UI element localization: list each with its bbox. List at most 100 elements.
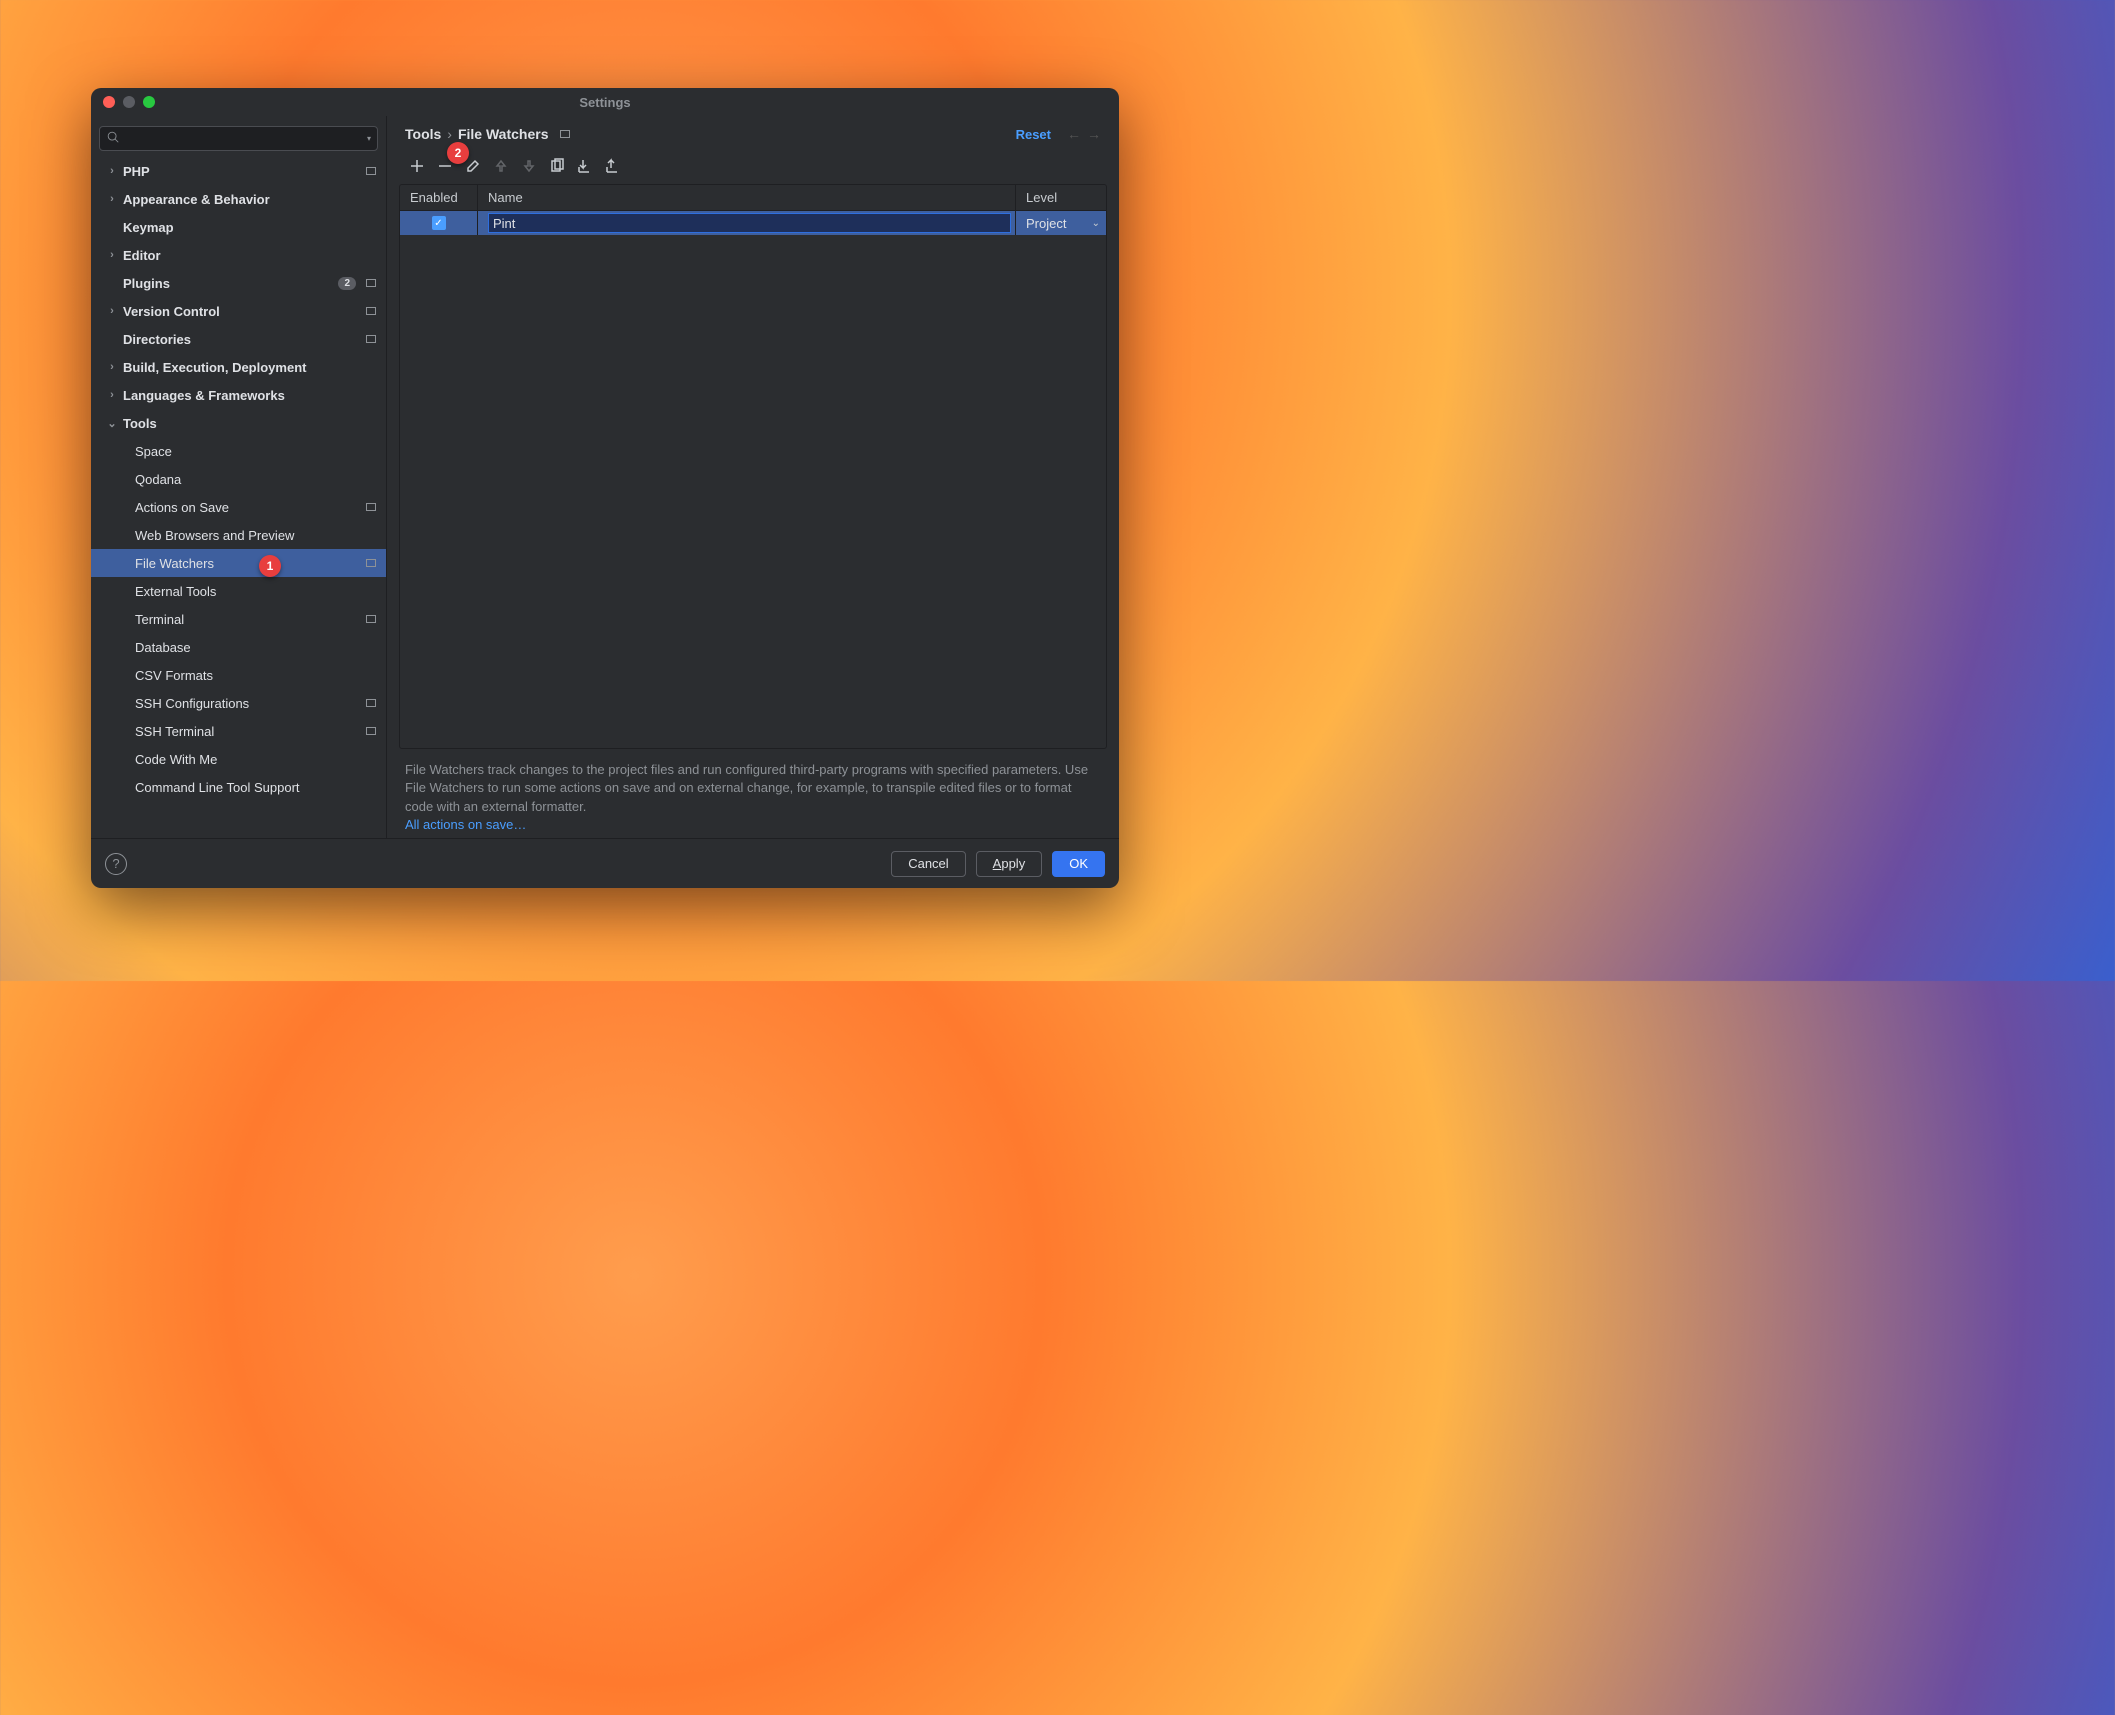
settings-window: Settings ▾ ›PHP›Appearance & BehaviorKey… xyxy=(91,88,1119,888)
sidebar-item-label: External Tools xyxy=(135,584,376,599)
hint-text: File Watchers track changes to the proje… xyxy=(405,762,1088,813)
sidebar-item-actions-on-save[interactable]: Actions on Save xyxy=(91,493,386,521)
sidebar-item-php[interactable]: ›PHP xyxy=(91,157,386,185)
sidebar-item-editor[interactable]: › Editor xyxy=(91,241,386,269)
sidebar-item-database[interactable]: Database xyxy=(91,633,386,661)
sidebar-item-appearance-behavior[interactable]: › Appearance & Behavior xyxy=(91,185,386,213)
settings-main: Tools › File Watchers Reset ← → xyxy=(387,116,1119,838)
col-header-level[interactable]: Level xyxy=(1016,185,1106,210)
sidebar-item-label: Tools xyxy=(123,416,376,431)
sidebar-item-csv-formats[interactable]: CSV Formats xyxy=(91,661,386,689)
sidebar-item-qodana[interactable]: Qodana xyxy=(91,465,386,493)
sidebar-item-label: Languages & Frameworks xyxy=(123,388,376,403)
enabled-checkbox[interactable]: ✓ xyxy=(432,216,446,230)
cell-name[interactable] xyxy=(478,211,1016,235)
project-scope-icon xyxy=(366,503,376,511)
project-scope-icon xyxy=(366,559,376,567)
forward-icon[interactable]: → xyxy=(1087,126,1101,142)
sidebar-item-label: Actions on Save xyxy=(135,500,362,515)
apply-button[interactable]: Apply xyxy=(976,851,1043,877)
sidebar-item-label: Build, Execution, Deployment xyxy=(123,360,376,375)
sidebar-item-tools[interactable]: ⌄ Tools xyxy=(91,409,386,437)
sidebar-item-directories[interactable]: Directories xyxy=(91,325,386,353)
dropdown-icon[interactable]: ▾ xyxy=(367,134,371,143)
breadcrumb: Tools › File Watchers xyxy=(405,126,570,142)
chevron-right-icon: › xyxy=(105,361,119,373)
sidebar-item-label: Code With Me xyxy=(135,752,376,767)
sidebar-item-code-with-me[interactable]: Code With Me xyxy=(91,745,386,773)
annotation-1: 1 xyxy=(259,555,281,577)
chevron-down-icon: ⌄ xyxy=(1092,218,1100,229)
project-scope-icon xyxy=(366,335,376,343)
back-icon[interactable]: ← xyxy=(1067,126,1081,142)
sidebar-item-terminal[interactable]: Terminal xyxy=(91,605,386,633)
copy-button[interactable] xyxy=(545,154,569,178)
col-header-enabled[interactable]: Enabled xyxy=(400,185,478,210)
chevron-right-icon: › xyxy=(105,193,119,205)
level-value: Project xyxy=(1026,216,1066,231)
sidebar-item-keymap[interactable]: Keymap xyxy=(91,213,386,241)
dialog-footer: ? Cancel Apply OK xyxy=(91,838,1119,888)
watchers-table: Enabled Name Level ✓ Project ⌄ xyxy=(399,184,1107,749)
sidebar-item-build-execution-deployment[interactable]: › Build, Execution, Deployment xyxy=(91,353,386,381)
sidebar-item-label: Space xyxy=(135,444,376,459)
sidebar-item-version-control[interactable]: › Version Control xyxy=(91,297,386,325)
sidebar-item-languages-frameworks[interactable]: › Languages & Frameworks xyxy=(91,381,386,409)
table-row[interactable]: ✓ Project ⌄ xyxy=(400,211,1106,235)
move-up-button[interactable] xyxy=(489,154,513,178)
ok-button[interactable]: OK xyxy=(1052,851,1105,877)
sidebar-item-label: Version Control xyxy=(123,304,362,319)
search-input[interactable] xyxy=(124,132,363,146)
history-nav: ← → xyxy=(1067,126,1101,142)
chevron-down-icon: ⌄ xyxy=(105,417,119,430)
sidebar-item-command-line-tool-support[interactable]: Command Line Tool Support xyxy=(91,773,386,801)
titlebar: Settings xyxy=(91,88,1119,116)
reset-button[interactable]: Reset xyxy=(1016,127,1051,142)
sidebar-item-file-watchers[interactable]: File Watchers1 xyxy=(91,549,386,577)
content-split: ▾ ›PHP›Appearance & BehaviorKeymap›Edito… xyxy=(91,116,1119,838)
watcher-toolbar: 2 xyxy=(387,150,1119,184)
settings-sidebar: ▾ ›PHP›Appearance & BehaviorKeymap›Edito… xyxy=(91,116,387,838)
sidebar-item-label: File Watchers xyxy=(135,556,362,571)
sidebar-item-space[interactable]: Space xyxy=(91,437,386,465)
sidebar-item-plugins[interactable]: Plugins2 xyxy=(91,269,386,297)
table-body: ✓ Project ⌄ xyxy=(400,211,1106,748)
sidebar-item-label: Database xyxy=(135,640,376,655)
chevron-right-icon: › xyxy=(105,165,119,177)
col-header-name[interactable]: Name xyxy=(478,185,1016,210)
move-down-button[interactable] xyxy=(517,154,541,178)
import-button[interactable] xyxy=(573,154,597,178)
cancel-button[interactable]: Cancel xyxy=(891,851,965,877)
update-count-badge: 2 xyxy=(338,277,356,290)
sidebar-item-label: CSV Formats xyxy=(135,668,376,683)
help-button[interactable]: ? xyxy=(105,853,127,875)
chevron-right-icon: › xyxy=(105,305,119,317)
name-input[interactable] xyxy=(488,213,1011,233)
cell-enabled[interactable]: ✓ xyxy=(400,211,478,235)
sidebar-item-label: Command Line Tool Support xyxy=(135,780,376,795)
breadcrumb-root[interactable]: Tools xyxy=(405,126,441,142)
chevron-right-icon: › xyxy=(105,389,119,401)
annotation-2: 2 xyxy=(447,142,469,164)
settings-search[interactable]: ▾ xyxy=(99,126,378,151)
sidebar-item-label: Appearance & Behavior xyxy=(123,192,376,207)
breadcrumb-leaf: File Watchers xyxy=(458,126,549,142)
all-actions-on-save-link[interactable]: All actions on save… xyxy=(405,817,526,832)
cell-level[interactable]: Project ⌄ xyxy=(1016,211,1106,235)
sidebar-item-label: Editor xyxy=(123,248,376,263)
project-scope-icon xyxy=(366,307,376,315)
add-button[interactable] xyxy=(405,154,429,178)
sidebar-item-label: SSH Configurations xyxy=(135,696,362,711)
sidebar-item-label: Terminal xyxy=(135,612,362,627)
sidebar-item-label: Directories xyxy=(123,332,362,347)
export-button[interactable] xyxy=(601,154,625,178)
chevron-right-icon: › xyxy=(105,249,119,261)
sidebar-item-ssh-configurations[interactable]: SSH Configurations xyxy=(91,689,386,717)
sidebar-item-web-browsers-and-preview[interactable]: Web Browsers and Preview xyxy=(91,521,386,549)
search-icon xyxy=(106,130,120,147)
breadcrumb-row: Tools › File Watchers Reset ← → xyxy=(387,116,1119,150)
sidebar-item-external-tools[interactable]: External Tools xyxy=(91,577,386,605)
project-scope-icon xyxy=(560,130,570,138)
sidebar-item-ssh-terminal[interactable]: SSH Terminal xyxy=(91,717,386,745)
table-header: Enabled Name Level xyxy=(400,185,1106,211)
